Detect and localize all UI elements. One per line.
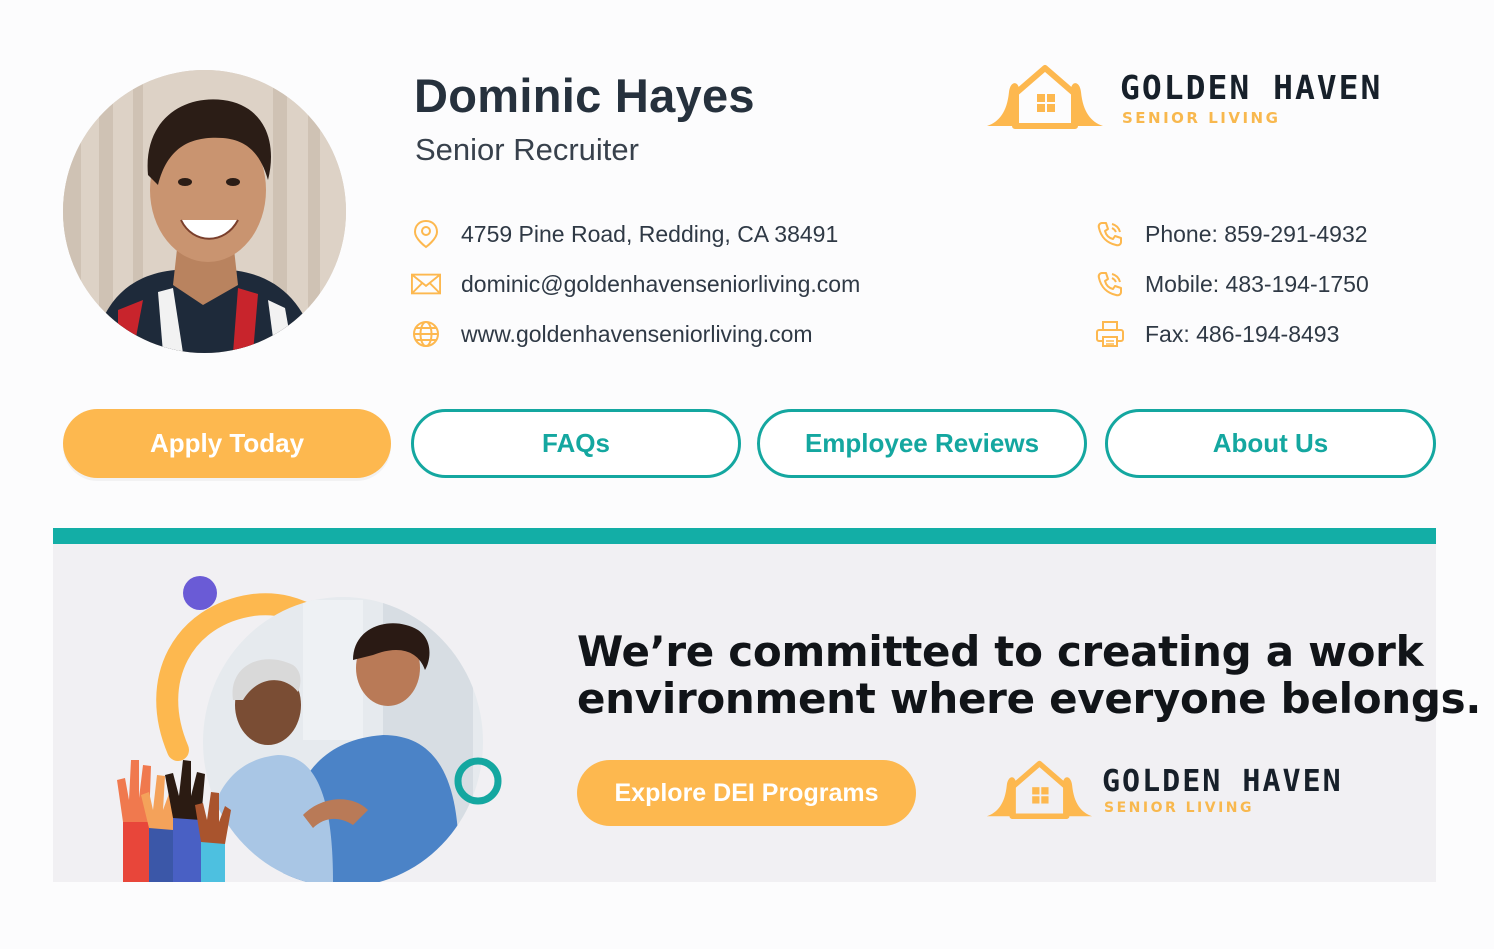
contact-mobile[interactable]: Mobile: 483-194-1750 [1095,264,1369,304]
person-title: Senior Recruiter [415,132,639,167]
mobile-text[interactable]: Mobile: 483-194-1750 [1145,271,1369,298]
banner-headline-line2: environment where everyone belongs. [577,674,1482,723]
brand-logo-top: GOLDEN HAVEN SENIOR LIVING [985,62,1435,132]
contact-fax: Fax: 486-194-8493 [1095,314,1369,354]
brand-tagline: SENIOR LIVING [1122,109,1281,127]
phone-icon [1095,269,1125,299]
brand-name: GOLDEN HAVEN [1120,68,1383,107]
mail-icon [411,269,441,299]
contact-email[interactable]: dominic@goldenhavenseniorliving.com [411,264,860,304]
banner-illustration [117,576,502,882]
address-text: 4759 Pine Road, Redding, CA 38491 [461,220,839,247]
contact-phone[interactable]: Phone: 859-291-4932 [1095,214,1369,254]
phone-text[interactable]: Phone: 859-291-4932 [1145,221,1368,248]
contact-address: 4759 Pine Road, Redding, CA 38491 [411,214,860,254]
banner-headline: We’re committed to creating a work envir… [577,628,1481,722]
apply-today-button[interactable]: Apply Today [63,409,391,478]
about-us-button[interactable]: About Us [1105,409,1436,478]
brand-name-banner: GOLDEN HAVEN [1102,764,1343,799]
contact-right: Phone: 859-291-4932 Mobile: 483-194-1750… [1095,214,1369,354]
phone-icon [1095,219,1125,249]
banner-accent-bar [53,528,1436,544]
fax-text: Fax: 486-194-8493 [1145,320,1340,347]
person-name: Dominic Hayes [414,69,755,122]
brand-logo-banner: GOLDEN HAVEN SENIOR LIVING [985,758,1405,822]
printer-icon [1095,319,1125,349]
website-link[interactable]: www.goldenhavenseniorliving.com [461,321,813,348]
contact-left: 4759 Pine Road, Redding, CA 38491 domini… [411,214,860,354]
brand-tagline-banner: SENIOR LIVING [1104,800,1255,816]
location-pin-icon [411,219,441,249]
house-hands-icon [986,760,1093,819]
faqs-button[interactable]: FAQs [411,409,741,478]
explore-dei-button[interactable]: Explore DEI Programs [577,760,916,826]
banner-headline-line1: We’re committed to creating a work [577,627,1424,676]
house-hands-icon [987,65,1103,129]
contact-website[interactable]: www.goldenhavenseniorliving.com [411,314,860,354]
email-link[interactable]: dominic@goldenhavenseniorliving.com [461,271,860,298]
employee-reviews-button[interactable]: Employee Reviews [757,409,1087,478]
profile-photo [63,70,346,353]
globe-icon [411,319,441,349]
